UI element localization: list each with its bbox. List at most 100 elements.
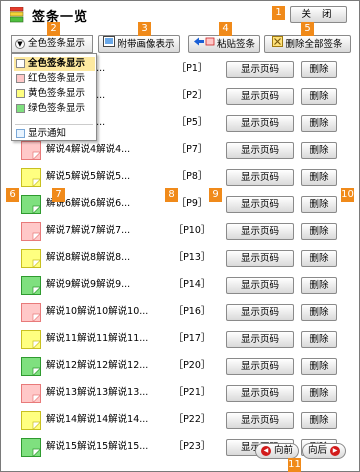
- notify-icon: [16, 129, 25, 138]
- note-text[interactable]: 解说10解说10解说10...: [46, 305, 168, 319]
- note-page-number: ［P16］: [173, 306, 211, 317]
- chevron-down-icon: ▼: [15, 38, 25, 49]
- color-swatch-icon: [16, 104, 25, 113]
- note-text[interactable]: 解说15解说15解说15...: [46, 440, 168, 454]
- show-with-image-button[interactable]: 附带画像表示: [98, 35, 180, 53]
- delete-note-button[interactable]: 删除: [301, 277, 337, 294]
- show-page-button[interactable]: 显示页码: [226, 142, 294, 159]
- show-page-button[interactable]: 显示页码: [226, 115, 294, 132]
- show-page-button[interactable]: 显示页码: [226, 169, 294, 186]
- note-color-icon: [21, 303, 42, 323]
- callout-badge-11: 11: [288, 458, 301, 472]
- note-text[interactable]: 解说7解说7解说7...: [46, 224, 168, 238]
- delete-note-button[interactable]: 删除: [301, 250, 337, 267]
- delete-note-button[interactable]: 删除: [301, 142, 337, 159]
- note-page-number: ［P9］: [176, 198, 208, 209]
- show-notify-option[interactable]: 显示通知: [14, 127, 95, 141]
- delete-note-button[interactable]: 删除: [301, 61, 337, 78]
- color-swatch-icon: [16, 74, 25, 83]
- note-color-icon: [21, 276, 42, 296]
- callout-badge-4: 4: [219, 22, 232, 36]
- delete-note-button[interactable]: 删除: [301, 169, 337, 186]
- callout-badge-5: 5: [301, 22, 314, 36]
- delete-note-button[interactable]: 删除: [301, 412, 337, 429]
- note-page-number: ［P5］: [176, 117, 208, 128]
- paste-note-button[interactable]: 粘贴签条: [188, 35, 260, 53]
- filter-option-label: 绿色签条显示: [28, 103, 86, 114]
- filter-option[interactable]: 红色签条显示: [14, 72, 95, 86]
- color-swatch-icon: [16, 89, 25, 98]
- delete-note-button[interactable]: 删除: [301, 223, 337, 240]
- note-page-number: ［P10］: [173, 225, 211, 236]
- filter-option-label: 红色签条显示: [28, 73, 86, 84]
- note-color-icon: [21, 411, 42, 431]
- filter-option[interactable]: 全色签条显示: [14, 57, 95, 71]
- note-list-icon: [9, 6, 24, 23]
- note-color-icon: [21, 168, 42, 188]
- delete-note-button[interactable]: 删除: [301, 331, 337, 348]
- callout-badge-3: 3: [138, 22, 151, 36]
- arrow-left-icon: ◀: [260, 445, 271, 456]
- note-text[interactable]: 解说8解说8解说8...: [46, 251, 168, 265]
- delete-all-notes-button[interactable]: 删除全部签条: [264, 35, 351, 53]
- paste-note-label: 粘贴签条: [216, 39, 255, 50]
- delete-note-button[interactable]: 删除: [301, 304, 337, 321]
- filter-option[interactable]: 绿色签条显示: [14, 102, 95, 116]
- note-page-number: ［P17］: [173, 333, 211, 344]
- filter-option[interactable]: 黄色签条显示: [14, 87, 95, 101]
- close-button[interactable]: 关 闭: [290, 6, 347, 23]
- callout-badge-6: 6: [6, 188, 19, 202]
- note-page-number: ［P22］: [173, 414, 211, 425]
- menu-divider: [15, 124, 93, 125]
- note-page-number: ［P23］: [173, 441, 211, 452]
- show-page-button[interactable]: 显示页码: [226, 385, 294, 402]
- show-page-button[interactable]: 显示页码: [226, 250, 294, 267]
- show-page-button[interactable]: 显示页码: [226, 331, 294, 348]
- note-page-number: ［P1］: [176, 63, 208, 74]
- page-title: 签条一览: [32, 10, 89, 25]
- note-text[interactable]: 解说11解说11解说11...: [46, 332, 168, 346]
- note-text[interactable]: 解说9解说9解说9...: [46, 278, 168, 292]
- callout-badge-7: 7: [52, 188, 65, 202]
- delete-note-button[interactable]: 删除: [301, 115, 337, 132]
- delete-note-button[interactable]: 删除: [301, 385, 337, 402]
- filter-option-label: 全色签条显示: [28, 58, 86, 69]
- note-page-number: ［P7］: [176, 144, 208, 155]
- note-page-number: ［P8］: [176, 171, 208, 182]
- note-page-number: ［P2］: [176, 90, 208, 101]
- show-page-button[interactable]: 显示页码: [226, 223, 294, 240]
- color-filter-menu: 全色签条显示 红色签条显示 黄色签条显示 绿色签条显示 显示通知: [11, 53, 97, 141]
- prev-label: 向前: [274, 445, 294, 456]
- delete-note-button[interactable]: 删除: [301, 88, 337, 105]
- note-text[interactable]: 解说5解说5解说5...: [46, 170, 168, 184]
- prev-button[interactable]: ◀ 向前: [255, 443, 299, 459]
- arrow-right-icon: ▶: [330, 445, 341, 456]
- note-color-icon: [21, 222, 42, 242]
- paste-icon: [193, 36, 215, 52]
- note-color-icon: [21, 249, 42, 269]
- note-page-number: ［P14］: [173, 279, 211, 290]
- show-page-button[interactable]: 显示页码: [226, 277, 294, 294]
- note-color-icon: [21, 384, 42, 404]
- delete-note-button[interactable]: 删除: [301, 196, 337, 213]
- delete-all-icon: [272, 36, 284, 52]
- note-text[interactable]: 解说12解说12解说12...: [46, 359, 168, 373]
- callout-badge-10: 10: [341, 188, 354, 202]
- note-text[interactable]: 解说4解说4解说4...: [46, 143, 168, 157]
- delete-note-button[interactable]: 删除: [301, 358, 337, 375]
- callout-badge-9: 9: [209, 188, 222, 202]
- note-text[interactable]: 解说14解说14解说14...: [46, 413, 168, 427]
- show-page-button[interactable]: 显示页码: [226, 412, 294, 429]
- note-color-icon: [21, 357, 42, 377]
- note-page-number: ［P20］: [173, 360, 211, 371]
- next-button[interactable]: 向后 ▶: [302, 443, 346, 459]
- show-page-button[interactable]: 显示页码: [226, 304, 294, 321]
- color-filter-select[interactable]: ▼ 全色签条显示: [11, 35, 93, 53]
- color-filter-value: 全色签条显示: [28, 38, 86, 49]
- show-page-button[interactable]: 显示页码: [226, 61, 294, 78]
- show-page-button[interactable]: 显示页码: [226, 196, 294, 213]
- show-notify-label: 显示通知: [28, 128, 67, 139]
- show-page-button[interactable]: 显示页码: [226, 88, 294, 105]
- note-text[interactable]: 解说13解说13解说13...: [46, 386, 168, 400]
- show-page-button[interactable]: 显示页码: [226, 358, 294, 375]
